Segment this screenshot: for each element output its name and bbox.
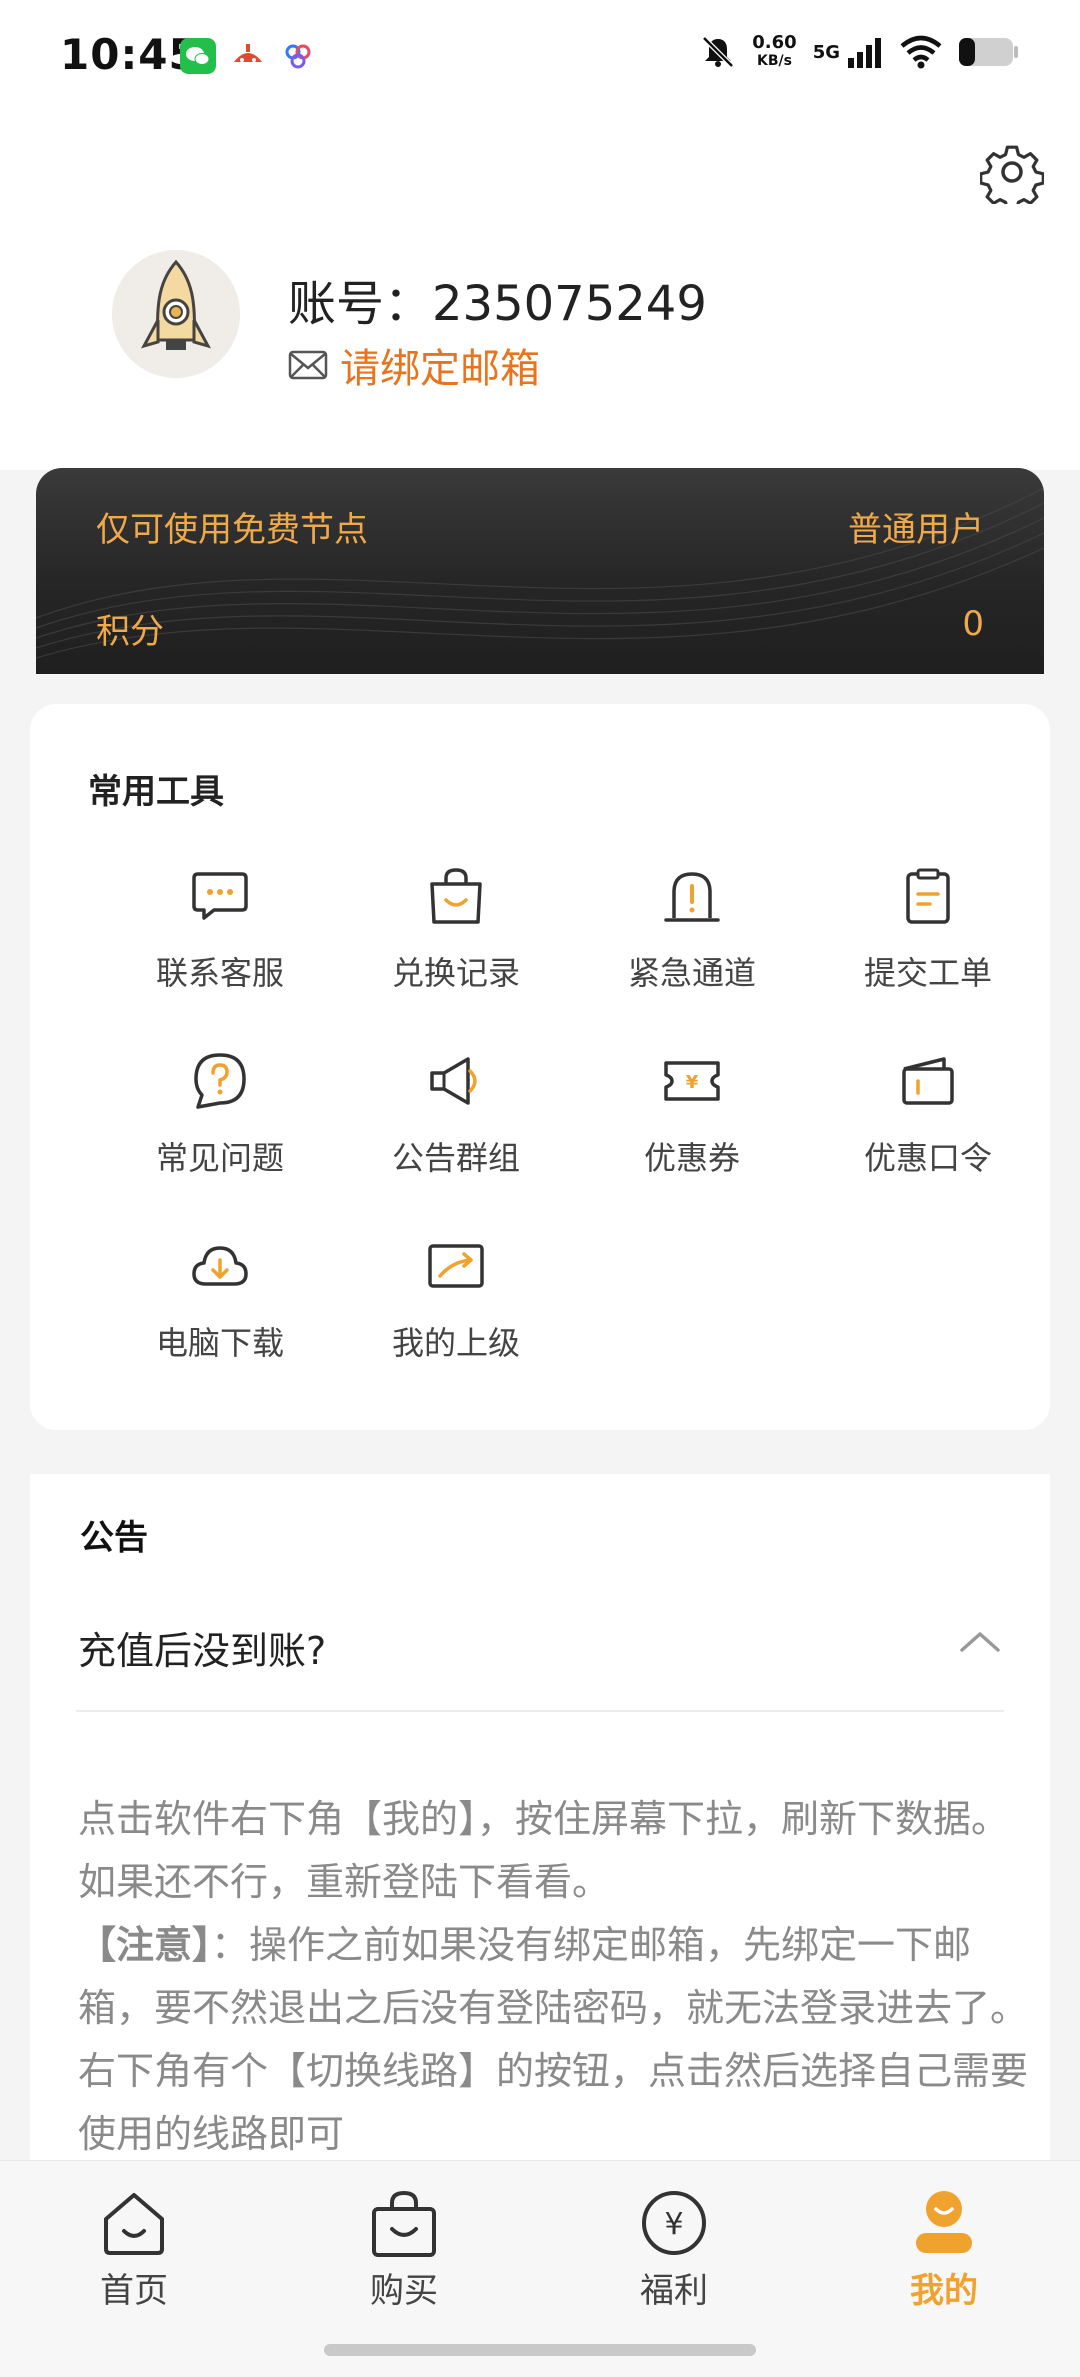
card-wave-decoration xyxy=(36,487,1044,659)
tool-submit-ticket[interactable]: 提交工单 xyxy=(810,864,1046,1014)
tool-label: 电脑下载 xyxy=(155,1324,284,1362)
mail-icon xyxy=(288,350,328,380)
points-label: 积分 xyxy=(96,612,164,652)
tool-announcement-group[interactable]: 公告群组 xyxy=(338,1049,574,1199)
tool-my-superior[interactable]: 我的上级 xyxy=(338,1234,574,1384)
signal-icon xyxy=(848,38,881,68)
tab-label: 我的 xyxy=(910,2271,978,2311)
tab-mine[interactable]: 我的 xyxy=(874,2187,1014,2312)
app-icon xyxy=(230,38,266,74)
tool-label: 紧急通道 xyxy=(627,954,756,992)
status-bar: 10:45 0.60 KB/s 5G xyxy=(0,0,1080,118)
divider xyxy=(76,1710,1004,1712)
tool-label: 联系客服 xyxy=(155,954,284,992)
chat-icon xyxy=(192,872,248,920)
tool-label: 常见问题 xyxy=(155,1139,284,1177)
cloud-download-icon xyxy=(192,1246,248,1286)
tool-promo-code[interactable]: 优惠口令 xyxy=(810,1049,1046,1199)
account-id: 账号：235075249 xyxy=(288,276,707,332)
tools-title: 常用工具 xyxy=(88,772,224,812)
tab-home[interactable]: 首页 xyxy=(64,2187,204,2312)
tool-pc-download[interactable]: 电脑下载 xyxy=(102,1234,338,1384)
tool-label: 提交工单 xyxy=(863,954,992,992)
baidu-icon xyxy=(280,38,316,74)
tool-label: 公告群组 xyxy=(391,1139,520,1177)
notification-icons xyxy=(180,38,316,74)
status-time: 10:45 xyxy=(60,30,199,79)
common-tools-panel: 常用工具 联系客服 兑换记录 紧急通道 提交工单 常见问题 公告群组 ¥ 优惠券… xyxy=(30,704,1050,1430)
bag-icon xyxy=(372,2190,436,2257)
yen-icon: ¥ xyxy=(642,2191,706,2255)
mute-icon xyxy=(702,36,735,68)
home-indicator[interactable] xyxy=(324,2344,756,2356)
faq-answer: 点击软件右下角【我的】，按住屏幕下拉，刷新下数据。 如果还不行，重新登陆下看看。… xyxy=(78,1788,1038,2166)
faq-answer-text-2: ：操作之前如果没有绑定邮箱，先绑定一下邮箱，要不然退出之后没有登陆密码，就无法登… xyxy=(78,1923,1029,2156)
share-icon xyxy=(428,1244,484,1288)
bind-email-text: 请绑定邮箱 xyxy=(340,346,540,392)
tab-label: 福利 xyxy=(640,2271,708,2311)
tab-welfare[interactable]: ¥ 福利 xyxy=(604,2187,744,2312)
user-level: 普通用户 xyxy=(848,510,984,550)
status-right: 0.60 KB/s 5G xyxy=(700,34,1020,70)
tool-coupon[interactable]: ¥ 优惠券 xyxy=(574,1049,810,1199)
net-speed-unit: KB/s xyxy=(756,53,792,69)
clipboard-icon xyxy=(906,868,950,924)
user-icon xyxy=(916,2191,972,2253)
faq-answer-text-1: 点击软件右下角【我的】，按住屏幕下拉，刷新下数据。 如果还不行，重新登陆下看看。 xyxy=(78,1797,1010,1904)
membership-card: 仅可使用免费节点 普通用户 积分 0 xyxy=(36,468,1044,674)
chevron-up-icon[interactable] xyxy=(958,1620,1002,1664)
tool-emergency-channel[interactable]: 紧急通道 xyxy=(574,864,810,1014)
announcement-panel: 公告 充值后没到账? 点击软件右下角【我的】，按住屏幕下拉，刷新下数据。 如果还… xyxy=(30,1474,1050,2174)
megaphone-icon xyxy=(430,1057,477,1105)
coupon-icon: ¥ xyxy=(664,1061,720,1101)
tool-redeem-history[interactable]: 兑换记录 xyxy=(338,864,574,1014)
announcement-title: 公告 xyxy=(80,1518,148,1558)
question-icon xyxy=(194,1053,246,1109)
wechat-icon xyxy=(180,38,216,74)
tool-label: 优惠口令 xyxy=(863,1139,992,1177)
points-value: 0 xyxy=(962,604,984,644)
settings-gear-icon[interactable] xyxy=(980,140,1044,204)
profile-header: 账号：235075249 请绑定邮箱 xyxy=(0,118,1080,470)
net-speed-value: 0.60 xyxy=(752,32,797,53)
home-icon xyxy=(104,2193,164,2255)
tool-label: 兑换记录 xyxy=(391,954,520,992)
tool-contact-support[interactable]: 联系客服 xyxy=(102,864,338,1014)
wallet-icon xyxy=(902,1057,954,1105)
rocket-icon xyxy=(112,250,240,378)
net-speed: 0.60 KB/s xyxy=(752,34,796,70)
svg-text:¥: ¥ xyxy=(686,1072,699,1093)
node-info: 仅可使用免费节点 xyxy=(96,510,368,550)
wifi-icon xyxy=(900,35,942,69)
tool-label: 优惠券 xyxy=(643,1139,740,1177)
tool-label: 我的上级 xyxy=(391,1324,520,1362)
faq-question[interactable]: 充值后没到账? xyxy=(78,1620,326,1675)
tab-buy[interactable]: 购买 xyxy=(334,2187,474,2312)
avatar[interactable] xyxy=(112,250,240,378)
shopping-bag-icon xyxy=(430,868,482,924)
bind-email-link[interactable]: 请绑定邮箱 xyxy=(288,336,540,394)
faq-answer-note: 【注意】 xyxy=(78,1923,212,1967)
svg-text:¥: ¥ xyxy=(664,2207,683,2242)
tab-label: 购买 xyxy=(370,2271,438,2311)
network-type: 5G xyxy=(812,41,840,63)
tool-faq[interactable]: 常见问题 xyxy=(102,1049,338,1199)
tab-label: 首页 xyxy=(100,2271,168,2311)
alert-icon xyxy=(664,872,720,922)
battery-icon xyxy=(959,38,1018,66)
